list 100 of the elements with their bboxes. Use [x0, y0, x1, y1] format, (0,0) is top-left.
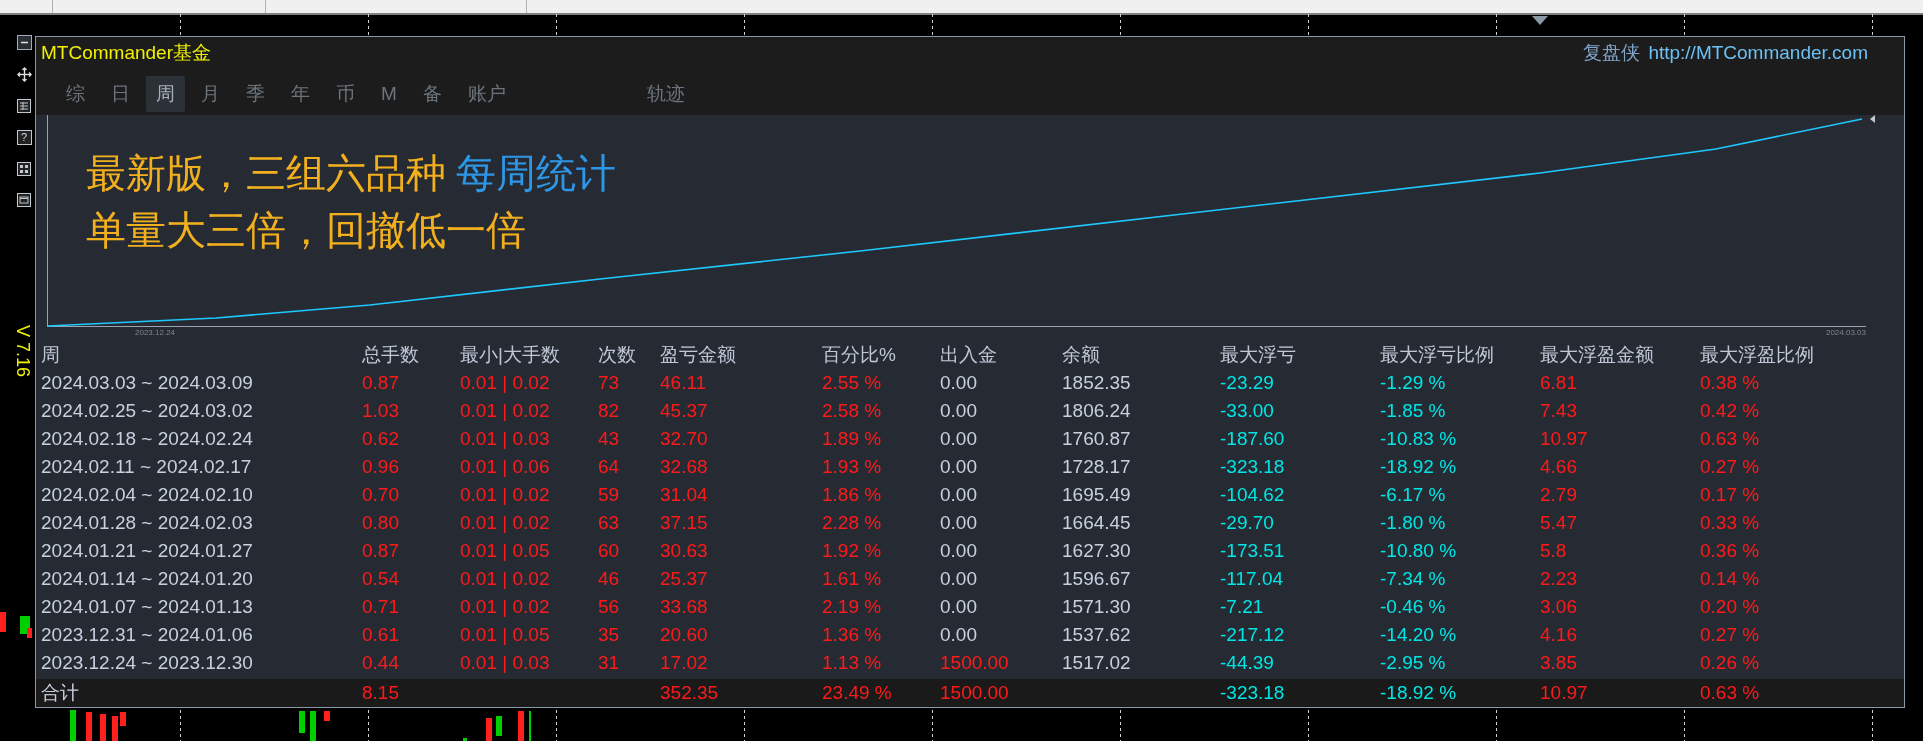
table-cell-text: 4.16 — [1540, 624, 1578, 646]
table-cell-text: 45.37 — [660, 400, 709, 422]
tab[interactable]: 综 — [56, 76, 95, 112]
table-cell-text: 0.01 | 0.02 — [460, 568, 551, 590]
table-cell-text: 63 — [598, 512, 621, 534]
table-cell-text: -323.18 — [1220, 456, 1286, 478]
table-cell-text: -10.83 % — [1380, 428, 1458, 450]
table-cell-text: 0.00 — [940, 428, 978, 450]
table-cell-text: 7.43 — [1540, 400, 1578, 422]
column-header: 最小|大手数 — [460, 343, 561, 367]
table-cell-text: 1760.87 — [1062, 428, 1132, 450]
headline-tag: 每周统计 — [456, 145, 616, 202]
table-cell-text: 2024.01.28 ~ 2024.02.03 — [41, 512, 254, 534]
table-cell-text: 46 — [598, 568, 621, 590]
axis-date-label: 2023.12.24 — [135, 328, 176, 337]
table-cell-text: 0.00 — [940, 540, 978, 562]
column-header: 余额 — [1062, 343, 1101, 367]
table-cell-text: 0.61 — [362, 624, 400, 646]
table-cell-text: -323.18 — [1220, 682, 1286, 704]
table-cell-text: 2024.02.18 ~ 2024.02.24 — [41, 428, 254, 450]
table-cell-text: 1695.49 — [1062, 484, 1132, 506]
table-cell-text: 25.37 — [660, 568, 709, 590]
table-cell-text: 2024.02.25 ~ 2024.03.02 — [41, 400, 254, 422]
table-cell-text: 0.36 % — [1700, 540, 1761, 562]
table-cell-text: -44.39 — [1220, 652, 1275, 674]
table-cell-text: 0.01 | 0.02 — [460, 400, 551, 422]
table-cell-text: -23.29 — [1220, 372, 1275, 394]
table-cell-text: 1571.30 — [1062, 596, 1132, 618]
tab[interactable]: 年 — [281, 76, 320, 112]
table-cell-text: 1627.30 — [1062, 540, 1132, 562]
tab[interactable]: 日 — [101, 76, 140, 112]
table-cell-text: 1852.35 — [1062, 372, 1132, 394]
table-cell-text: 0.01 | 0.06 — [460, 456, 551, 478]
table-cell-text: 6.81 — [1540, 372, 1578, 394]
table-cell-text: 1.86 % — [822, 484, 883, 506]
tab[interactable]: 季 — [236, 76, 275, 112]
table-cell-text: 0.54 — [362, 568, 400, 590]
table-cell-text: 10.97 — [1540, 682, 1589, 704]
table-cell-text: 0.38 % — [1700, 372, 1761, 394]
table-cell-text: 0.63 % — [1700, 682, 1761, 704]
table-cell-text: 35 — [598, 624, 621, 646]
tab[interactable]: 账户 — [457, 76, 516, 112]
tab[interactable]: 轨迹 — [636, 76, 695, 112]
table-cell-text: 31 — [598, 652, 621, 674]
table-cell-text: 0.62 — [362, 428, 400, 450]
table-cell-text: -217.12 — [1220, 624, 1286, 646]
table-cell-text: 1806.24 — [1062, 400, 1132, 422]
table-cell-text: -2.95 % — [1380, 652, 1447, 674]
table-cell-text: 0.00 — [940, 624, 978, 646]
table-cell-text: 0.00 — [940, 568, 978, 590]
table-cell-text: 0.96 — [362, 456, 400, 478]
table-cell-text: -7.34 % — [1380, 568, 1447, 590]
table-cell-text: -104.62 — [1220, 484, 1286, 506]
table-cell-text: 352.35 — [660, 682, 720, 704]
table-cell-text: 1517.02 — [1062, 652, 1132, 674]
column-header: 最大浮亏 — [1220, 343, 1297, 367]
table-cell-text: -117.04 — [1220, 568, 1285, 590]
table-cell-text: 3.06 — [1540, 596, 1578, 618]
table-cell-text: 0.44 — [362, 652, 400, 674]
help-icon[interactable]: ? — [16, 130, 32, 145]
table-cell-text: 2024.01.21 ~ 2024.01.27 — [41, 540, 254, 562]
tab[interactable]: 备 — [412, 76, 452, 112]
table-cell-text: 2023.12.31 ~ 2024.01.06 — [41, 624, 254, 646]
table-cell-text: 0.63 % — [1700, 428, 1761, 450]
website-link[interactable]: http://MTCommander.com — [1648, 42, 1868, 64]
table-cell-text: -33.00 — [1220, 400, 1275, 422]
table-cell-text: 73 — [598, 372, 621, 394]
table-cell-text: 5.8 — [1540, 540, 1568, 562]
table-cell-text: 2.79 — [1540, 484, 1578, 506]
table-cell-text: 2.55 % — [822, 372, 883, 394]
column-header: 周 — [41, 343, 61, 367]
column-header: 最大浮盈金额 — [1540, 343, 1655, 367]
axis-date-label: 2024.03.03 — [1825, 328, 1866, 337]
table-cell-text: 0.00 — [940, 456, 978, 478]
table-cell-text: 59 — [598, 484, 621, 506]
column-header: 最大浮亏比例 — [1380, 343, 1495, 367]
tab[interactable]: M — [371, 78, 407, 110]
table-cell-text: 0.01 | 0.02 — [460, 372, 551, 394]
table-cell-text: 0.42 % — [1700, 400, 1761, 422]
table-cell-text: 0.27 % — [1700, 456, 1761, 478]
table-cell-text: 0.26 % — [1700, 652, 1761, 674]
tab[interactable]: 周 — [146, 76, 185, 112]
table-cell-text: 合计 — [41, 681, 80, 705]
column-header: 最大浮盈比例 — [1700, 343, 1815, 367]
tab[interactable]: 币 — [326, 76, 365, 112]
table-cell-text: -14.20 % — [1380, 624, 1458, 646]
table-cell-text: 2024.02.11 ~ 2024.02.17 — [41, 456, 253, 478]
table-cell-text: 2024.03.03 ~ 2024.03.09 — [41, 372, 254, 394]
table-cell-text: 0.01 | 0.02 — [460, 512, 551, 534]
table-cell-text: 0.01 | 0.05 — [460, 540, 551, 562]
table-cell-text: 0.17 % — [1700, 484, 1761, 506]
table-cell-text: -0.46 % — [1380, 596, 1447, 618]
tab[interactable]: 月 — [191, 76, 230, 112]
table-cell-text: 0.87 — [362, 372, 400, 394]
table-cell-text: 0.00 — [940, 596, 978, 618]
table-cell-text: 0.87 — [362, 540, 400, 562]
table-cell-text: 3.85 — [1540, 652, 1578, 674]
table-cell-text: 82 — [598, 400, 621, 422]
table-cell-text: 10.97 — [1540, 428, 1589, 450]
table-cell-text: 31.04 — [660, 484, 709, 506]
